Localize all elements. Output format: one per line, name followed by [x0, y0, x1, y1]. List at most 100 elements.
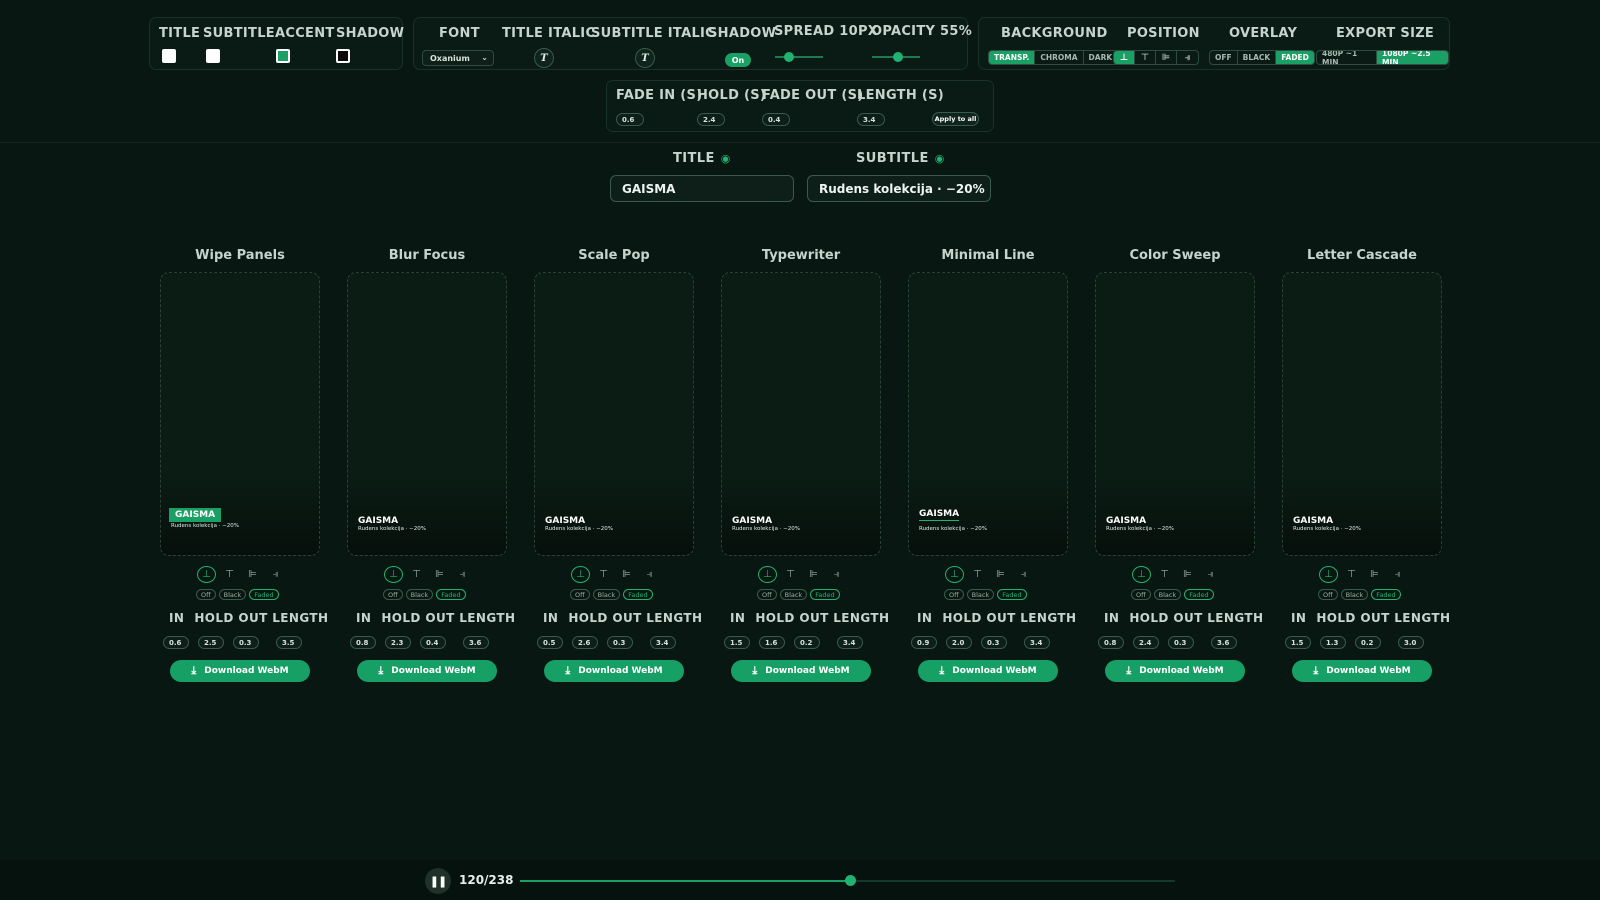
- card-overlay-faded[interactable]: Faded: [436, 589, 466, 600]
- card-in-input[interactable]: 0.8: [350, 636, 376, 649]
- card-overlay-black[interactable]: Black: [218, 589, 247, 600]
- align-left-icon[interactable]: ⊫: [617, 566, 636, 583]
- card-out-input[interactable]: 0.3: [233, 636, 259, 649]
- align-top-icon[interactable]: ⊤: [220, 566, 239, 583]
- card-hold-input[interactable]: 2.5: [198, 636, 224, 649]
- download-webm-button[interactable]: ⤓ Download WebM: [918, 660, 1058, 682]
- subtitle-italic-button[interactable]: T: [635, 48, 655, 68]
- align-left-icon[interactable]: ⊫: [1178, 566, 1197, 583]
- card-overlay-off[interactable]: Off: [757, 589, 777, 600]
- export-option-480p[interactable]: 480P ~1 MIN: [1317, 51, 1378, 64]
- accent-color-swatch[interactable]: [276, 49, 290, 63]
- align-bottom-icon[interactable]: ⊥: [1132, 566, 1151, 583]
- opacity-slider-knob[interactable]: [893, 52, 904, 62]
- card-preview[interactable]: GAISMA Rudens kolekcija · −20%: [347, 272, 507, 556]
- card-out-input[interactable]: 0.3: [1168, 636, 1194, 649]
- align-left-icon[interactable]: ⊫: [1156, 51, 1177, 64]
- card-overlay-off[interactable]: Off: [1318, 589, 1338, 600]
- card-overlay-faded[interactable]: Faded: [1184, 589, 1214, 600]
- eye-icon[interactable]: ◉: [935, 152, 945, 165]
- export-option-1080p[interactable]: 1080P ~2.5 MIN: [1377, 51, 1448, 64]
- card-preview[interactable]: GAISMA Rudens kolekcija · −20%: [721, 272, 881, 556]
- card-length-input[interactable]: 3.6: [1211, 636, 1237, 649]
- align-top-icon[interactable]: ⊤: [1155, 566, 1174, 583]
- card-hold-input[interactable]: 1.3: [1320, 636, 1346, 649]
- background-option-chroma[interactable]: CHROMA: [1035, 51, 1084, 64]
- shadow-toggle[interactable]: On: [725, 53, 751, 67]
- align-left-icon[interactable]: ⊫: [430, 566, 449, 583]
- background-option-transparent[interactable]: TRANSP.: [989, 51, 1036, 64]
- card-hold-input[interactable]: 2.0: [946, 636, 972, 649]
- align-top-icon[interactable]: ⊤: [594, 566, 613, 583]
- card-overlay-black[interactable]: Black: [1340, 589, 1369, 600]
- card-in-input[interactable]: 1.5: [1285, 636, 1311, 649]
- opacity-slider[interactable]: [872, 52, 920, 62]
- download-webm-button[interactable]: ⤓ Download WebM: [544, 660, 684, 682]
- overlay-option-faded[interactable]: FADED: [1276, 51, 1314, 64]
- align-right-icon[interactable]: ⫣: [1201, 566, 1220, 583]
- fade-in-input[interactable]: 0.6: [616, 113, 644, 126]
- card-in-input[interactable]: 0.6: [163, 636, 189, 649]
- card-hold-input[interactable]: 2.6: [572, 636, 598, 649]
- card-hold-input[interactable]: 1.6: [759, 636, 785, 649]
- align-top-icon[interactable]: ⊤: [968, 566, 987, 583]
- card-overlay-black[interactable]: Black: [779, 589, 808, 600]
- align-right-icon[interactable]: ⫣: [1014, 566, 1033, 583]
- title-input[interactable]: GAISMA: [610, 175, 794, 202]
- align-top-icon[interactable]: ⊤: [1135, 51, 1156, 64]
- download-webm-button[interactable]: ⤓ Download WebM: [731, 660, 871, 682]
- card-out-input[interactable]: 0.3: [981, 636, 1007, 649]
- card-out-input[interactable]: 0.2: [1355, 636, 1381, 649]
- card-length-input[interactable]: 3.0: [1398, 636, 1424, 649]
- shadow-color-swatch[interactable]: [336, 49, 350, 63]
- align-left-icon[interactable]: ⊫: [1365, 566, 1384, 583]
- timeline-track[interactable]: [520, 875, 1175, 886]
- card-length-input[interactable]: 3.4: [650, 636, 676, 649]
- card-in-input[interactable]: 1.5: [724, 636, 750, 649]
- card-overlay-off[interactable]: Off: [1131, 589, 1151, 600]
- align-bottom-icon[interactable]: ⊥: [197, 566, 216, 583]
- title-color-swatch[interactable]: [162, 49, 176, 63]
- card-overlay-faded[interactable]: Faded: [249, 589, 279, 600]
- card-out-input[interactable]: 0.4: [420, 636, 446, 649]
- card-overlay-faded[interactable]: Faded: [997, 589, 1027, 600]
- card-in-input[interactable]: 0.9: [911, 636, 937, 649]
- card-out-input[interactable]: 0.3: [607, 636, 633, 649]
- card-overlay-black[interactable]: Black: [1153, 589, 1182, 600]
- download-webm-button[interactable]: ⤓ Download WebM: [357, 660, 497, 682]
- card-overlay-faded[interactable]: Faded: [810, 589, 840, 600]
- apply-to-all-button[interactable]: Apply to all: [932, 112, 979, 126]
- pause-icon[interactable]: ❚❚: [425, 868, 451, 894]
- spread-slider-knob[interactable]: [784, 52, 795, 62]
- align-right-icon[interactable]: ⫣: [1388, 566, 1407, 583]
- card-hold-input[interactable]: 2.4: [1133, 636, 1159, 649]
- subtitle-color-swatch[interactable]: [206, 49, 220, 63]
- align-left-icon[interactable]: ⊫: [804, 566, 823, 583]
- align-bottom-icon[interactable]: ⊥: [1114, 51, 1135, 64]
- card-overlay-off[interactable]: Off: [570, 589, 590, 600]
- card-in-input[interactable]: 0.5: [537, 636, 563, 649]
- card-overlay-faded[interactable]: Faded: [1371, 589, 1401, 600]
- card-overlay-off[interactable]: Off: [196, 589, 216, 600]
- align-bottom-icon[interactable]: ⊥: [758, 566, 777, 583]
- card-overlay-black[interactable]: Black: [405, 589, 434, 600]
- eye-icon[interactable]: ◉: [721, 152, 731, 165]
- overlay-option-off[interactable]: OFF: [1210, 51, 1238, 64]
- download-webm-button[interactable]: ⤓ Download WebM: [1105, 660, 1245, 682]
- align-bottom-icon[interactable]: ⊥: [571, 566, 590, 583]
- align-right-icon[interactable]: ⫣: [453, 566, 472, 583]
- align-right-icon[interactable]: ⫣: [1177, 51, 1198, 64]
- download-webm-button[interactable]: ⤓ Download WebM: [1292, 660, 1432, 682]
- card-preview[interactable]: GAISMA Rudens kolekcija · −20%: [1282, 272, 1442, 556]
- card-overlay-black[interactable]: Black: [592, 589, 621, 600]
- title-italic-button[interactable]: T: [534, 48, 554, 68]
- overlay-option-black[interactable]: BLACK: [1238, 51, 1277, 64]
- align-bottom-icon[interactable]: ⊥: [384, 566, 403, 583]
- align-top-icon[interactable]: ⊤: [1342, 566, 1361, 583]
- card-overlay-black[interactable]: Black: [966, 589, 995, 600]
- length-input[interactable]: 3.4: [857, 113, 885, 126]
- align-right-icon[interactable]: ⫣: [640, 566, 659, 583]
- align-bottom-icon[interactable]: ⊥: [1319, 566, 1338, 583]
- spread-slider[interactable]: [775, 52, 823, 62]
- card-hold-input[interactable]: 2.3: [385, 636, 411, 649]
